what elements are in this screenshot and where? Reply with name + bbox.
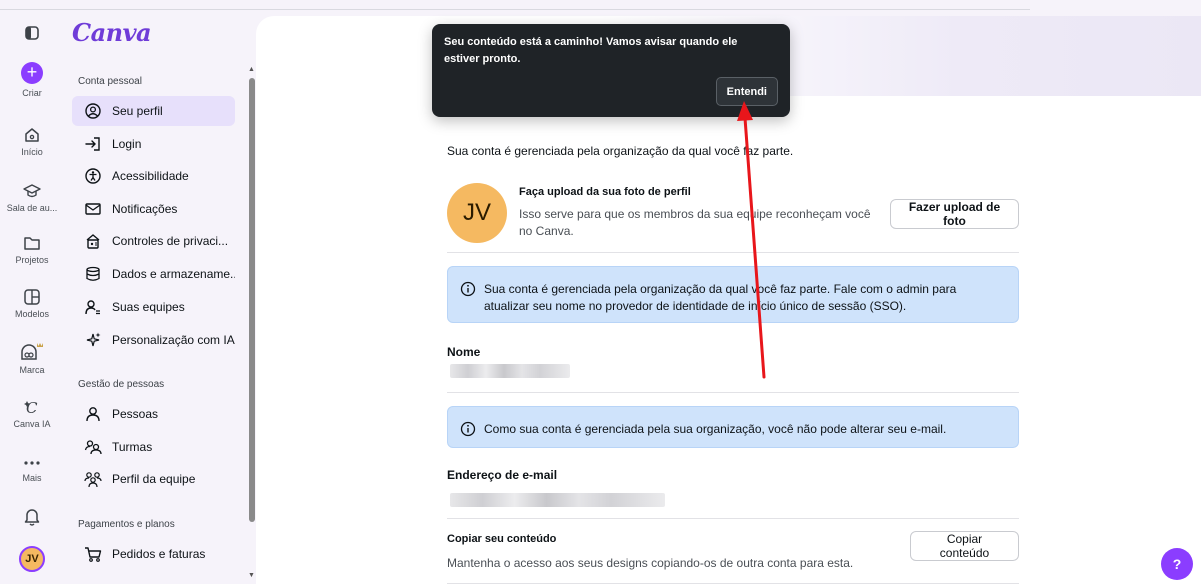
annotation-arrow (737, 101, 766, 379)
help-button[interactable]: ? (1161, 548, 1193, 580)
